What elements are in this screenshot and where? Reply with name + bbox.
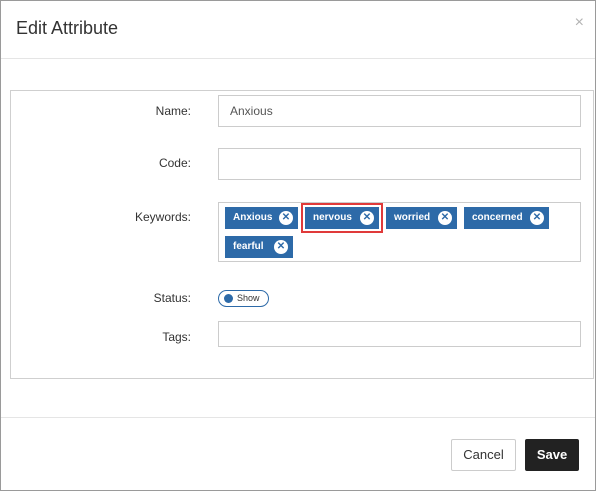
name-input[interactable]: Anxious [218,95,581,127]
keyword-tag: fearful ✕ [225,236,293,258]
keywords-input[interactable]: Anxious ✕ nervous ✕ worried ✕ concerned … [218,202,581,262]
footer-divider [1,417,595,418]
close-icon[interactable]: × [575,15,584,31]
keywords-label: Keywords: [134,210,191,224]
tags-input[interactable] [218,321,581,347]
code-input[interactable] [218,148,581,180]
status-toggle-label: Show [237,293,260,303]
keyword-tag-label: concerned [472,212,523,223]
keyword-tag: Anxious ✕ [225,207,298,229]
dialog-header: Edit Attribute × [1,1,595,59]
keyword-tag-label: Anxious [233,212,273,223]
name-label: Name: [155,104,191,118]
cancel-button[interactable]: Cancel [451,439,516,471]
edit-attribute-dialog: Edit Attribute × Name: Anxious Code: Key… [0,0,596,491]
remove-keyword-icon[interactable]: ✕ [530,211,544,225]
remove-keyword-icon[interactable]: ✕ [438,211,452,225]
toggle-dot-icon [224,294,233,303]
status-label: Status: [153,291,191,305]
status-toggle[interactable]: Show [218,290,269,307]
keyword-tag: worried ✕ [386,207,457,229]
tags-label: Tags: [162,330,191,344]
remove-keyword-icon[interactable]: ✕ [279,211,293,225]
keyword-tag: concerned ✕ [464,207,549,229]
keyword-tag-label: fearful [233,241,264,252]
dialog-title: Edit Attribute [16,18,119,38]
attribute-form: Name: Anxious Code: Keywords: Anxious ✕ … [10,90,594,379]
highlight-box [301,203,383,233]
keyword-tag-label: worried [394,212,431,223]
code-label: Code: [158,156,191,170]
save-button[interactable]: Save [525,439,579,471]
remove-keyword-icon[interactable]: ✕ [274,240,288,254]
